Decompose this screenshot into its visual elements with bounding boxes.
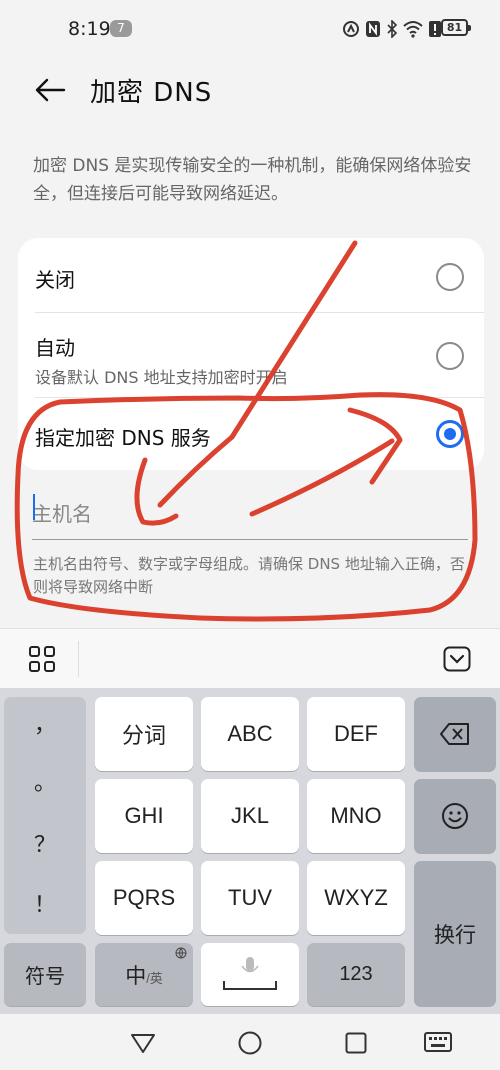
language-switch-key[interactable]: 中/英 <box>95 943 193 1006</box>
keyboard-toolbar <box>0 628 500 688</box>
symbol-key-comma[interactable]: ， <box>4 707 86 739</box>
keyboard-icon <box>424 1032 452 1052</box>
navigation-bar <box>0 1014 500 1070</box>
square-recents-icon <box>345 1032 367 1054</box>
nav-recents-button[interactable] <box>341 1028 371 1058</box>
option-custom-dns-radio[interactable] <box>436 420 464 448</box>
backspace-key[interactable] <box>414 697 496 771</box>
key-segment[interactable]: 分词 <box>95 697 193 771</box>
text-caret <box>33 494 35 520</box>
key-mno[interactable]: MNO <box>307 779 405 853</box>
page-title: 加密 DNS <box>90 78 213 108</box>
key-ghi[interactable]: GHI <box>95 779 193 853</box>
triangle-back-icon <box>131 1034 155 1053</box>
key-jkl[interactable]: JKL <box>201 779 299 853</box>
hostname-input[interactable] <box>32 488 468 540</box>
grid-menu-icon[interactable] <box>28 645 56 677</box>
numbers-key[interactable]: 123 <box>307 943 405 1006</box>
key-tuv[interactable]: TUV <box>201 861 299 935</box>
symbol-key-exclaim[interactable]: ！ <box>4 887 86 919</box>
option-off-radio[interactable] <box>436 263 464 291</box>
notification-count-badge: 7 <box>110 20 132 37</box>
back-button[interactable] <box>30 70 70 110</box>
key-abc[interactable]: ABC <box>201 697 299 771</box>
n-badge-icon <box>366 21 380 37</box>
lang-sub-label: /英 <box>146 971 163 986</box>
divider <box>35 312 484 313</box>
description-text: 加密 DNS 是实现传输安全的一种机制，能确保网络体验安全，但连接后可能导致网络… <box>33 156 472 204</box>
option-off-label: 关闭 <box>35 268 75 292</box>
space-key[interactable] <box>201 943 299 1006</box>
arrow-left-icon <box>35 78 66 102</box>
wifi-icon <box>403 21 423 38</box>
nav-back-button[interactable] <box>128 1028 158 1058</box>
dns-options-card: 关闭 自动 设备默认 DNS 地址支持加密时开启 指定加密 DNS 服务 <box>18 238 484 470</box>
symbol-key-question[interactable]: ？ <box>4 827 86 859</box>
symbol-column: ， 。 ？ ！ <box>4 697 86 934</box>
key-wxyz[interactable]: WXYZ <box>307 861 405 935</box>
nav-keyboard-button[interactable] <box>423 1028 453 1058</box>
toolbar-divider <box>78 641 79 677</box>
symbol-key-period[interactable]: 。 <box>4 765 86 797</box>
circle-home-icon <box>238 1031 262 1055</box>
globe-icon <box>175 947 187 959</box>
enter-key[interactable]: 换行 <box>414 861 496 1006</box>
lang-main-label: 中 <box>125 964 147 988</box>
nav-home-button[interactable] <box>235 1028 265 1058</box>
bluetooth-icon <box>387 20 398 38</box>
nfc-icon <box>343 21 359 37</box>
symbols-key[interactable]: 符号 <box>4 943 86 1006</box>
collapse-keyboard-icon[interactable] <box>443 646 471 676</box>
battery-indicator: 81 <box>441 19 471 36</box>
option-auto-subtitle: 设备默认 DNS 地址支持加密时开启 <box>35 368 288 387</box>
status-time: 8:19 <box>68 18 111 40</box>
backspace-icon <box>440 723 469 745</box>
key-def[interactable]: DEF <box>307 697 405 771</box>
microphone-icon <box>223 956 277 990</box>
option-custom-dns[interactable]: 指定加密 DNS 服务 <box>18 398 484 470</box>
option-auto-label: 自动 <box>35 336 75 360</box>
emoji-key[interactable] <box>414 779 496 853</box>
alert-icon <box>429 21 441 37</box>
option-off[interactable]: 关闭 <box>18 238 484 314</box>
option-auto-radio[interactable] <box>436 342 464 370</box>
smiley-icon <box>442 803 468 829</box>
status-bar: 8:19 7 81 <box>0 0 500 58</box>
option-custom-dns-label: 指定加密 DNS 服务 <box>35 426 211 450</box>
hostname-hint: 主机名由符号、数字或字母组成。请确保 DNS 地址输入正确，否则将导致网络中断 <box>33 555 465 596</box>
key-pqrs[interactable]: PQRS <box>95 861 193 935</box>
option-auto[interactable]: 自动 设备默认 DNS 地址支持加密时开启 <box>18 314 484 398</box>
